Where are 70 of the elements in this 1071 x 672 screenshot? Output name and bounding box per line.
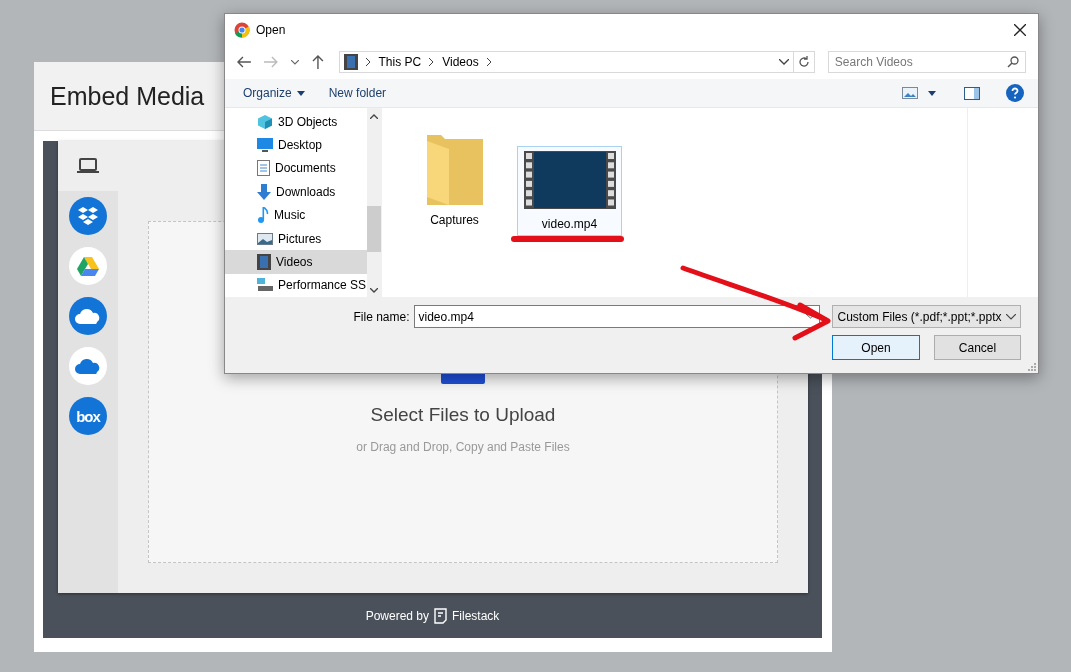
document-icon [434,607,447,624]
nav-item[interactable]: Pictures [225,226,367,251]
chevron-right-icon [429,58,435,66]
powered-by-text: Powered by [365,608,429,623]
music-note-icon [257,207,269,224]
drive-icon [257,278,273,293]
upload-hint: or Drag and Drop, Copy and Paste Files [356,440,570,454]
scrollbar[interactable] [367,108,381,297]
nav-item[interactable]: 3D Objects [225,110,367,134]
resize-grip-icon[interactable] [1027,362,1036,371]
chevron-right-icon [365,58,371,66]
file-name-field[interactable]: video.mp4 [413,305,821,328]
chevron-down-icon [1006,313,1016,320]
search-icon [1007,56,1019,68]
chevron-right-icon [486,58,492,66]
up-arrow-icon[interactable] [311,55,324,69]
cube-icon [257,113,273,130]
refresh-button[interactable] [794,51,815,73]
source-button[interactable] [69,347,107,385]
film-icon [343,54,358,70]
chevron-down-icon[interactable] [290,59,299,65]
nav-item[interactable]: Videos [225,250,367,274]
picture-view-icon[interactable] [902,87,918,99]
monitor-icon [257,138,273,153]
box-logo: box [76,407,100,425]
file-name-label: File name: [352,309,410,324]
breadcrumb-item[interactable]: This PC [378,55,422,69]
close-icon[interactable] [1014,23,1026,36]
chevron-up-icon[interactable] [370,114,378,119]
upload-title: Select Files to Upload [370,404,556,426]
picture-icon [257,232,273,245]
file-item[interactable]: video.mp4 [517,146,622,236]
folder-icon [426,133,483,205]
dialog-button[interactable]: Cancel [934,335,1021,360]
film-icon [257,253,271,270]
dialog-button[interactable]: Open [832,335,920,360]
source-button[interactable] [69,197,107,235]
refresh-icon [797,56,810,68]
chrome-icon [234,21,250,38]
dropbox-icon [77,206,99,226]
document-icon [257,160,270,177]
cloud-icon [75,358,101,374]
source-button[interactable]: box [69,397,107,435]
chevron-down-icon[interactable] [370,288,378,293]
down-arrow-icon [257,183,271,200]
caret-icon[interactable] [928,90,936,96]
back-arrow-icon[interactable] [237,56,251,68]
nav-item[interactable]: Documents [225,156,367,181]
breadcrumb-item[interactable]: Videos [442,55,479,69]
laptop-icon[interactable] [77,157,99,175]
file-type-dropdown[interactable]: Custom Files (*.pdf;*.ppt;*.pptx [832,305,1021,328]
source-button[interactable] [69,297,107,335]
organize-menu[interactable]: Organize [243,86,305,100]
search-field[interactable]: Search Videos [827,51,1026,73]
scrollbar-thumb[interactable] [367,206,381,252]
help-icon[interactable] [1006,84,1024,102]
nav-item[interactable]: Downloads [225,180,367,204]
cloud-icon [75,308,101,324]
drive-icon [77,256,99,276]
filestack-link[interactable]: Filestack [452,608,500,623]
nav-item[interactable]: Desktop [225,133,367,157]
source-button[interactable] [69,247,107,285]
nav-item[interactable]: Performance SS [225,273,367,297]
modal-title: Embed Media [50,81,205,111]
caret-icon [296,90,305,96]
preview-pane-icon[interactable] [964,86,980,100]
chevron-down-icon[interactable] [779,59,790,65]
dialog-title: Open [256,22,286,37]
address-bar[interactable]: This PC Videos [338,51,795,73]
new-folder-button[interactable]: New folder [328,86,387,100]
